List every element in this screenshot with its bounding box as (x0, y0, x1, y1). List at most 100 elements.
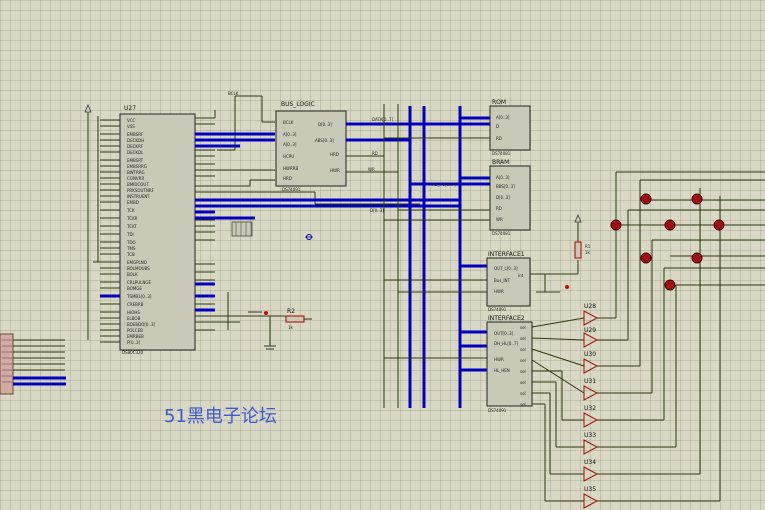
svg-text:HRD: HRD (330, 152, 339, 157)
rom-block[interactable]: ROM DS74081 A[0..3] D RD (489, 99, 531, 156)
svg-text:HWR: HWR (330, 168, 340, 173)
rom-part: DS74081 (492, 151, 511, 156)
r2-title: R2 (287, 308, 295, 315)
svg-text:EMBSRF: EMBSRF (127, 132, 144, 137)
svg-text:BOLK: BOLK (127, 272, 138, 277)
r2-value: 1k (288, 325, 294, 330)
svg-text:HWR: HWR (494, 289, 504, 294)
svg-text:sel: sel (520, 336, 526, 341)
svg-text:D[0..3]: D[0..3] (496, 195, 510, 200)
buffer-gates[interactable]: U28 U29 U30 U31 U32 U33 U34 U35 (583, 303, 599, 509)
svg-text:BWTRRG: BWTRRG (127, 170, 145, 175)
gate-wires (531, 317, 585, 502)
svg-text:sel: sel (520, 369, 526, 374)
svg-text:sel: sel (520, 325, 526, 330)
svg-text:POLCEB: POLCEB (127, 328, 143, 333)
gate-u32: U32 (584, 405, 596, 412)
r1-title: R1 (585, 244, 591, 249)
bram-block[interactable]: BRAM DS74081 A[0..3] BBS[0..3] D[0..3] RD WR (489, 159, 531, 236)
probe-marker[interactable] (305, 234, 313, 240)
interface1-block[interactable]: INTERFACE1 DS74091 OUT_L[0..3] Bus_INT HWR… (486, 251, 579, 312)
gate-u30: U30 (584, 351, 596, 358)
bram-title: BRAM (492, 159, 509, 166)
svg-text:sel: sel (520, 402, 526, 407)
svg-text:sel: sel (520, 391, 526, 396)
svg-text:DECKDL: DECKDL (127, 150, 144, 155)
svg-text:ELBOB: ELBOB (127, 316, 141, 321)
svg-text:WR: WR (496, 217, 503, 222)
rom-title: ROM (492, 99, 506, 106)
svg-text:EMGPLNO: EMGPLNO (127, 260, 147, 265)
u27-title: U27 (124, 105, 136, 112)
schematic-canvas[interactable]: U27 DS80C320 VCC VSS EMBSRF DECKDH DECKR… (0, 0, 765, 510)
svg-text:HRD: HRD (283, 176, 292, 181)
bus-trunks: DATA[0..7] RB_TO[0..7] D[0..3] RD WR (368, 104, 490, 408)
svg-text:TMS: TMS (126, 246, 136, 251)
svg-text:PRKSOUTNRF: PRKSOUTNRF (127, 188, 155, 193)
svg-text:HWRRB: HWRRB (283, 166, 299, 171)
interface1-title: INTERFACE1 (488, 251, 525, 258)
svg-text:TCKR: TCKR (126, 216, 138, 221)
svg-text:CRLPULNGE: CRLPULNGE (127, 280, 151, 285)
interface2-title: INTERFACE2 (488, 315, 525, 322)
svg-text:TCB: TCB (126, 252, 135, 257)
resistor-r1[interactable]: R1 1k (574, 213, 591, 259)
svg-text:TCK: TCK (126, 208, 135, 213)
interface1-part: DS74091 (488, 307, 507, 312)
svg-text:HCPU: HCPU (283, 154, 294, 159)
svg-text:BBS[0..3]: BBS[0..3] (496, 184, 515, 189)
svg-text:OUT_L[0..3]: OUT_L[0..3] (494, 266, 518, 271)
svg-text:HL_HEN: HL_HEN (494, 368, 510, 373)
svg-text:EMBSRT: EMBSRT (127, 158, 144, 163)
resistor-r2[interactable]: R2 1k (245, 308, 312, 350)
svg-text:DH_HL[0..7]: DH_HL[0..7] (494, 341, 519, 346)
svg-text:CREBRB: CREBRB (127, 302, 144, 307)
svg-text:BCLK: BCLK (283, 120, 294, 125)
svg-text:EMBD: EMBD (127, 200, 139, 205)
gate-u34: U34 (584, 459, 596, 466)
svg-text:BDEBDO[0..3]: BDEBDO[0..3] (127, 322, 156, 327)
net-rd: RD (372, 151, 378, 156)
net-d: D[0..3] (370, 208, 384, 213)
svg-text:D: D (496, 124, 499, 129)
interface2-part: DS74091 (488, 408, 507, 413)
svg-text:sel: sel (520, 380, 526, 385)
resistor-pack[interactable] (231, 221, 253, 237)
svg-text:sel: sel (520, 347, 526, 352)
bus-logic-part: DS74091 (282, 187, 301, 192)
svg-text:D[0..3]: D[0..3] (318, 122, 332, 127)
bus-logic-block[interactable]: BUS_LOGIC DS74091 BCLK A[0..3] A[0..3] HCP… (275, 101, 460, 192)
led-wires (597, 171, 765, 502)
svg-text:P[0..3]: P[0..3] (127, 340, 141, 345)
svg-text:A[0..3]: A[0..3] (496, 175, 510, 180)
svg-text:BOLMOUBS: BOLMOUBS (127, 266, 150, 271)
net-bclk: BCLK (228, 91, 239, 96)
schematic-svg: U27 DS80C320 VCCVSS EMBSRFDECKDH DECKRFD… (0, 91, 765, 509)
svg-text:HIOHS: HIOHS (127, 310, 140, 315)
svg-text:Bus_INT: Bus_INT (494, 278, 511, 283)
interface2-block[interactable]: INTERFACE2 DS74091 OUT[0..3] DH_HL[0..7] H… (486, 315, 533, 413)
svg-text:EMBSRRG: EMBSRRG (127, 164, 147, 169)
gate-u28: U28 (584, 303, 596, 310)
bus-logic-title: BUS_LOGIC (281, 101, 315, 108)
svg-text:TDI: TDI (126, 232, 134, 237)
net-rbto: RB_TO[0..7] (432, 182, 456, 187)
switch-sw1[interactable] (536, 285, 569, 293)
svg-text:RD: RD (496, 206, 502, 211)
r1-value: 1k (585, 250, 591, 255)
svg-text:TDO: TDO (126, 240, 136, 245)
u27-part: DS80C320 (122, 350, 144, 355)
svg-text:CONVRR: CONVRR (127, 176, 144, 181)
svg-text:sel: sel (520, 358, 526, 363)
svg-text:VCC: VCC (127, 118, 136, 123)
svg-text:A[0..3]: A[0..3] (283, 142, 297, 147)
svg-text:A[0..3]: A[0..3] (283, 132, 297, 137)
svg-text:DECKDH: DECKDH (127, 138, 144, 143)
gate-u33: U33 (584, 432, 596, 439)
svg-text:BOMGE: BOMGE (127, 286, 142, 291)
svg-text:int: int (518, 273, 524, 278)
left-connector[interactable] (0, 333, 66, 395)
svg-text:RD: RD (496, 136, 502, 141)
svg-text:TCKT: TCKT (126, 224, 137, 229)
svg-text:DECKRF: DECKRF (127, 144, 144, 149)
